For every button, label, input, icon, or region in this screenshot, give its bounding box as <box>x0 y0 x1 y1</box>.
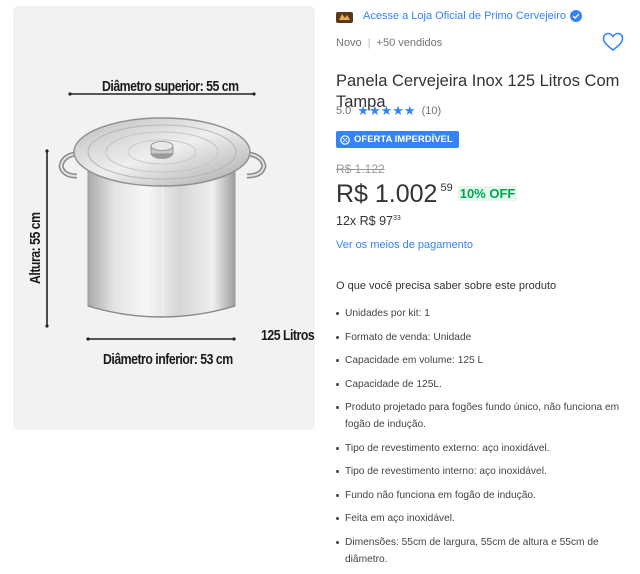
list-item: Formato de venda: Unidade <box>336 329 636 346</box>
meta-separator: | <box>367 37 371 49</box>
current-price: R$ 1.002 59 10% OFF <box>336 178 518 210</box>
official-store-link[interactable]: Acesse a Loja Oficial de Primo Cervejeir… <box>336 7 582 25</box>
sold-count: +50 vendidos <box>376 37 443 49</box>
old-price: R$ 1.122 <box>336 162 385 176</box>
heart-icon[interactable] <box>602 32 624 52</box>
list-item: Capacidade de 125L. <box>336 376 636 393</box>
rating-stars-icon: ★★★★★ <box>357 103 416 118</box>
deal-badge: OFERTA IMPERDÍVEL <box>336 131 459 148</box>
list-item: Dimensões: 55cm de largura, 55cm de altu… <box>336 534 636 568</box>
store-logo-icon <box>336 11 353 23</box>
features-title: O que você precisa saber sobre este prod… <box>336 280 557 292</box>
features-list: Unidades por kit: 1 Formato de venda: Un… <box>336 305 636 574</box>
list-item: Unidades por kit: 1 <box>336 305 636 322</box>
list-item: Tipo de revestimento interno: aço inoxid… <box>336 463 636 480</box>
product-image-panel[interactable]: Diâmetro superior: 55 cm Altura: 55 cm 1… <box>13 6 315 430</box>
price-main: R$ 1.002 <box>336 180 438 208</box>
rating-row[interactable]: 5.0 ★★★★★ (10) <box>336 103 441 119</box>
deal-badge-text: OFERTA IMPERDÍVEL <box>354 134 453 145</box>
list-item: Produto projetado para fogões fundo únic… <box>336 399 636 433</box>
rating-value: 5.0 <box>336 105 352 117</box>
condition-text: Novo <box>336 37 362 49</box>
discount-badge: 10% OFF <box>457 186 518 201</box>
list-item: Capacidade em volume: 125 L <box>336 352 636 369</box>
volume-label: 125 Litros <box>261 327 315 344</box>
verified-icon <box>569 10 582 22</box>
payment-methods-link[interactable]: Ver os meios de pagamento <box>336 239 473 251</box>
installments-cents: 33 <box>392 214 401 222</box>
official-store-text[interactable]: Acesse a Loja Oficial de Primo Cervejeir… <box>363 10 566 22</box>
price-cents: 59 <box>440 182 453 194</box>
list-item: Feita em aço inoxidável. <box>336 510 636 527</box>
list-item: Fundo não funciona em fogão de indução. <box>336 487 636 504</box>
list-item: Tipo de revestimento externo: aço inoxid… <box>336 440 636 457</box>
offer-icon <box>340 134 350 145</box>
top-diameter-label: Diâmetro superior: 55 cm <box>102 78 239 95</box>
bottom-diameter-label: Diâmetro inferior: 53 cm <box>103 351 233 368</box>
height-label: Altura: 55 cm <box>27 212 44 284</box>
installments-text: 12x R$ 97 <box>336 214 393 228</box>
rating-count[interactable]: (10) <box>422 105 442 117</box>
installments: 12x R$ 9733 <box>336 214 401 228</box>
product-meta: Novo | +50 vendidos <box>336 37 442 49</box>
